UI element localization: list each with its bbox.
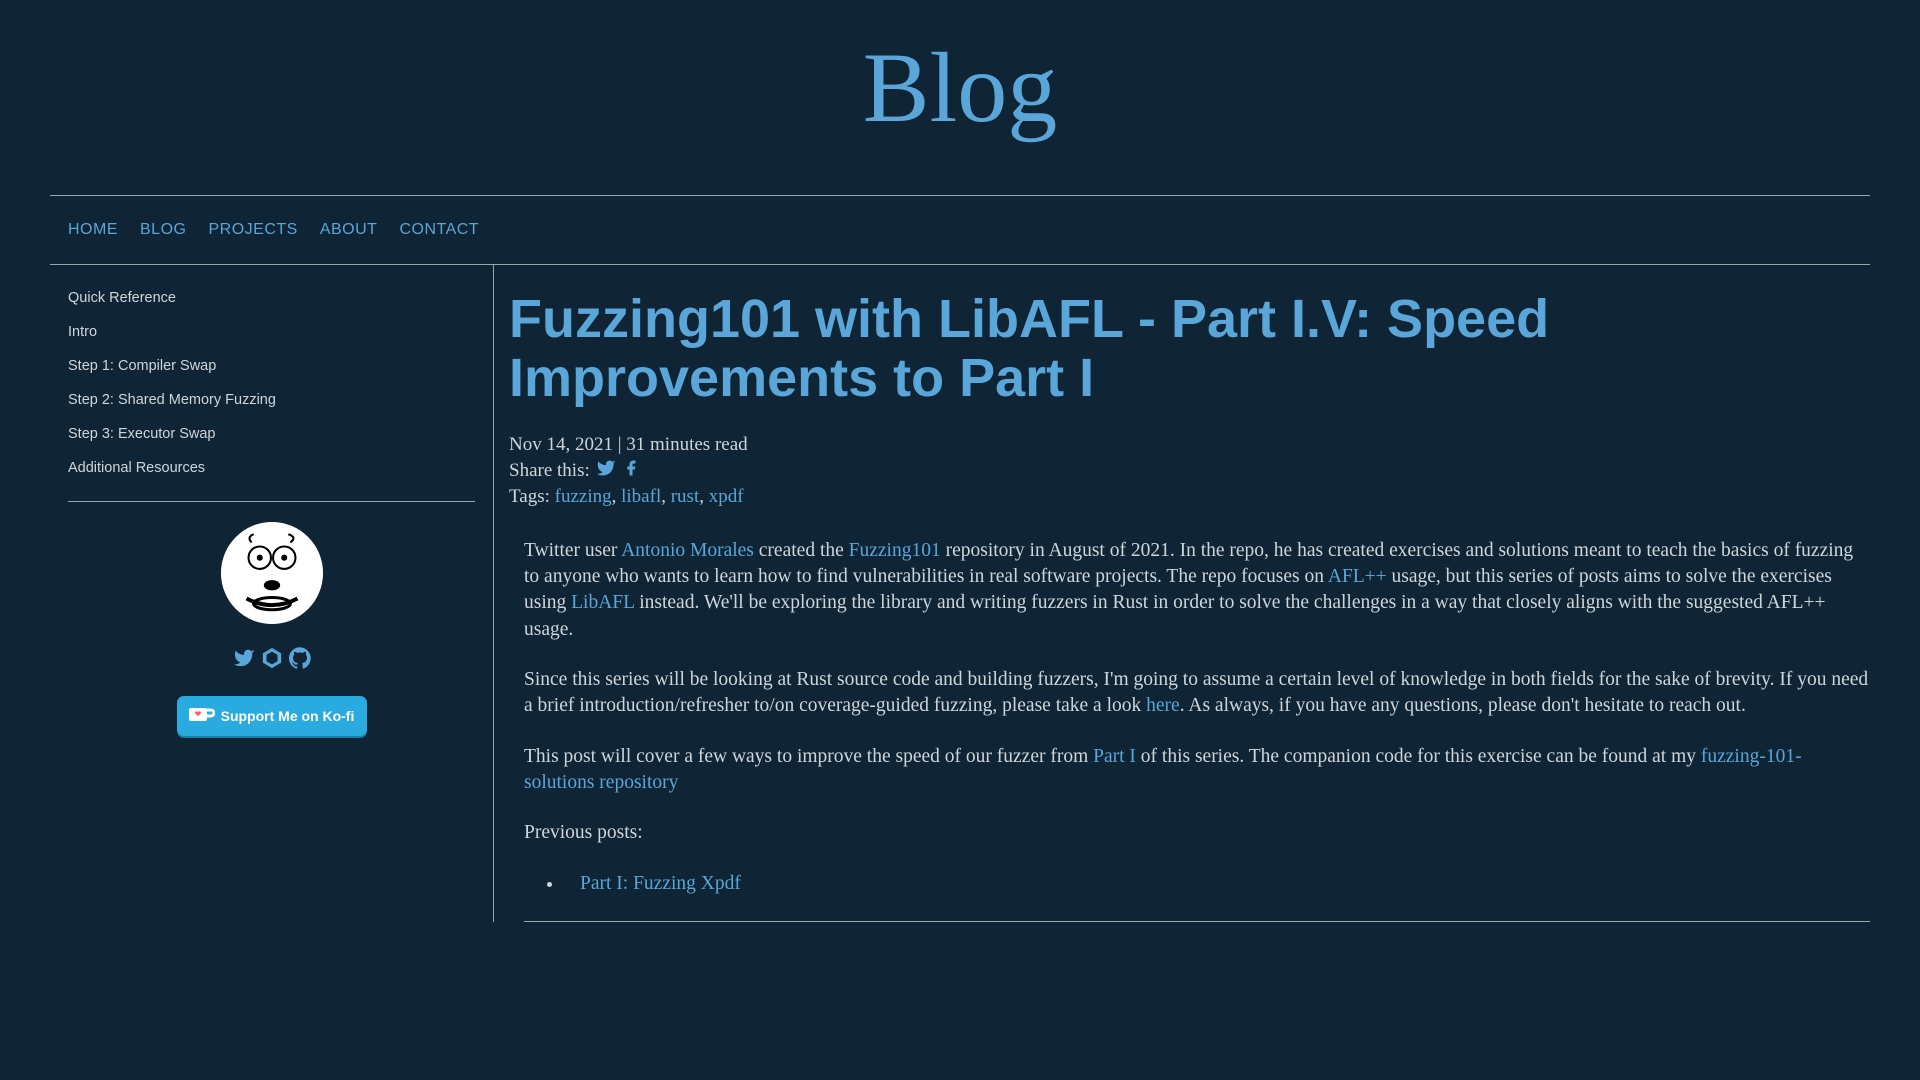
toc-step1[interactable]: Step 1: Compiler Swap: [68, 358, 475, 374]
nav-about[interactable]: ABOUT: [320, 221, 378, 239]
share-facebook-icon[interactable]: [622, 458, 640, 484]
avatar: [221, 522, 323, 624]
paragraph: Previous posts:: [524, 820, 1870, 846]
share-label: Share this:: [509, 460, 590, 482]
link-part1[interactable]: Part I: [1093, 746, 1136, 767]
paragraph: This post will cover a few ways to impro…: [524, 744, 1870, 797]
nav-contact[interactable]: CONTACT: [399, 221, 479, 239]
tag-xpdf[interactable]: xpdf: [709, 486, 744, 507]
kofi-label: Support Me on Ko-fi: [221, 708, 355, 724]
toc-step2[interactable]: Step 2: Shared Memory Fuzzing: [68, 392, 475, 408]
kofi-cup-icon: [189, 706, 215, 727]
kofi-button[interactable]: Support Me on Ko-fi: [177, 696, 367, 736]
divider: [524, 921, 1870, 922]
tags-row: Tags: fuzzing, libafl, rust, xpdf: [509, 486, 1870, 508]
link-fuzzing101[interactable]: Fuzzing101: [849, 540, 941, 561]
nav-home[interactable]: HOME: [68, 221, 118, 239]
page-title: Blog: [50, 0, 1870, 195]
link-antonio-morales[interactable]: Antonio Morales: [621, 540, 754, 561]
link-part1-xpdf[interactable]: Part I: Fuzzing Xpdf: [580, 873, 741, 894]
toc-additional-resources[interactable]: Additional Resources: [68, 460, 475, 476]
toc-step3[interactable]: Step 3: Executor Swap: [68, 426, 475, 442]
share-twitter-icon[interactable]: [596, 458, 616, 484]
tag-libafl[interactable]: libafl: [621, 486, 661, 507]
tag-rust[interactable]: rust: [671, 486, 700, 507]
divider: [68, 501, 475, 502]
link-libafl[interactable]: LibAFL: [571, 592, 634, 613]
tag-fuzzing[interactable]: fuzzing: [555, 486, 612, 507]
main-nav: HOME BLOG PROJECTS ABOUT CONTACT: [50, 196, 1870, 264]
article-title: Fuzzing101 with LibAFL - Part I.V: Speed…: [509, 290, 1870, 409]
date-readtime: Nov 14, 2021 | 31 minutes read: [509, 434, 1870, 456]
list-item: Part I: Fuzzing Xpdf: [564, 871, 1870, 897]
tags-label: Tags:: [509, 486, 555, 507]
github-icon[interactable]: [289, 647, 311, 674]
paragraph: Twitter user Antonio Morales created the…: [524, 538, 1870, 643]
paragraph: Since this series will be looking at Rus…: [524, 667, 1870, 720]
hackthebox-icon[interactable]: [261, 647, 283, 674]
nav-blog[interactable]: BLOG: [140, 221, 186, 239]
toc-quick-reference[interactable]: Quick Reference: [68, 290, 475, 306]
link-here[interactable]: here: [1146, 695, 1180, 716]
link-aflpp[interactable]: AFL++: [1328, 566, 1387, 587]
sidebar: Quick Reference Intro Step 1: Compiler S…: [50, 265, 494, 922]
nav-projects[interactable]: PROJECTS: [208, 221, 297, 239]
article: Fuzzing101 with LibAFL - Part I.V: Speed…: [494, 265, 1870, 922]
twitter-icon[interactable]: [233, 647, 255, 674]
toc-intro[interactable]: Intro: [68, 324, 475, 340]
